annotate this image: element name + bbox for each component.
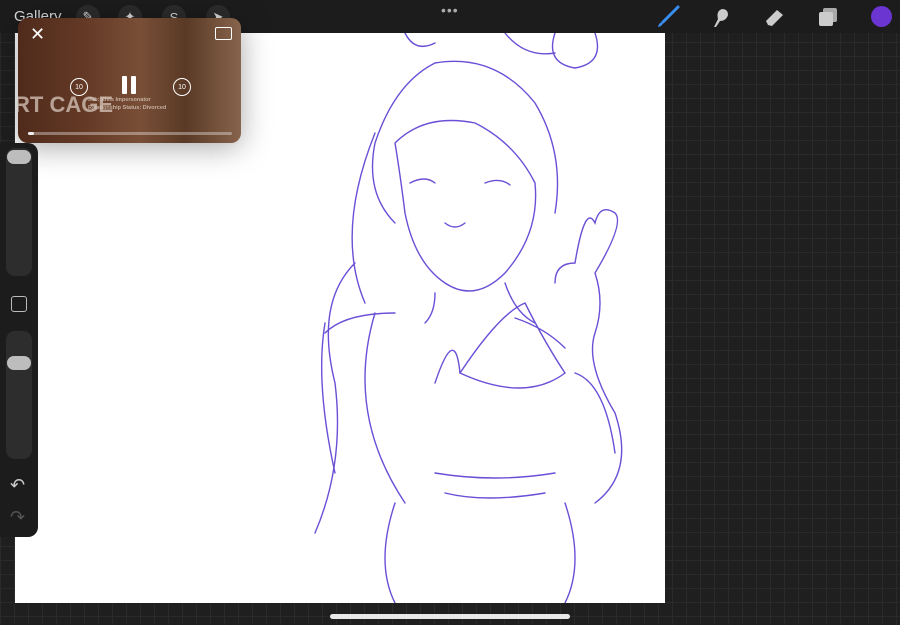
close-icon[interactable]: ✕ xyxy=(30,24,45,45)
color-picker[interactable] xyxy=(871,6,892,27)
smudge-icon[interactable] xyxy=(708,5,732,29)
slider-thumb[interactable] xyxy=(7,356,31,370)
skip-forward-icon[interactable]: 10 xyxy=(173,78,191,96)
sidebar: ↶ ↷ xyxy=(0,143,38,537)
pause-button[interactable] xyxy=(122,76,140,99)
modify-button[interactable] xyxy=(11,296,27,312)
slider-thumb[interactable] xyxy=(7,150,31,164)
picture-in-picture-video[interactable]: RT CAGE Job: Elvis Impersonator Relation… xyxy=(18,18,241,143)
redo-icon[interactable]: ↷ xyxy=(10,507,25,528)
home-indicator[interactable] xyxy=(330,614,570,619)
more-icon[interactable]: ••• xyxy=(441,2,459,18)
undo-icon[interactable]: ↶ xyxy=(10,475,25,496)
opacity-slider[interactable] xyxy=(6,331,32,459)
brush-icon[interactable] xyxy=(656,5,680,29)
brush-size-slider[interactable] xyxy=(6,148,32,276)
skip-back-icon[interactable]: 10 xyxy=(70,78,88,96)
pip-restore-icon[interactable] xyxy=(215,27,232,40)
eraser-icon[interactable] xyxy=(762,5,786,29)
video-progress-bar[interactable] xyxy=(28,132,232,135)
layers-icon[interactable] xyxy=(816,5,840,29)
